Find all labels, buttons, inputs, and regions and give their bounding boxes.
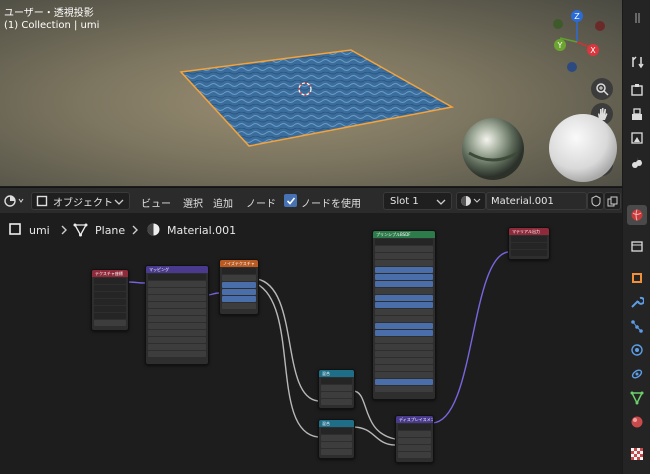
node-editor-header: オブジェクト ビュー 選択 追加 ノード ノードを使用 Slot 1 Mater… xyxy=(0,187,622,214)
modifier-wrench-icon[interactable] xyxy=(627,292,647,312)
chevron-down-icon xyxy=(114,199,124,205)
view-layer-icon[interactable] xyxy=(627,128,647,148)
menu-add[interactable]: 追加 xyxy=(213,195,233,210)
collection-properties-icon[interactable] xyxy=(627,236,647,256)
material-preview-sphere xyxy=(549,114,617,182)
chevron-down-icon xyxy=(436,199,446,205)
navigation-gizmo[interactable]: Z Y X xyxy=(540,6,610,76)
node-mapping[interactable]: マッピング xyxy=(145,265,209,365)
world-properties-icon[interactable] xyxy=(627,205,647,225)
tool-settings-icon[interactable] xyxy=(627,52,647,72)
node-noise-title: ノイズテクスチャ xyxy=(220,260,258,267)
node-bsdf-title: プリンシプルBSDF xyxy=(373,231,435,238)
object-data-icon[interactable] xyxy=(627,388,647,408)
menu-node[interactable]: ノード xyxy=(246,195,276,210)
editor-type-selector[interactable] xyxy=(3,193,27,209)
use-nodes-label[interactable]: ノードを使用 xyxy=(301,195,361,210)
object-properties-icon[interactable] xyxy=(627,268,647,288)
particles-icon[interactable] xyxy=(627,316,647,336)
object-mode-label: オブジェクト xyxy=(53,197,113,209)
breadcrumb-object: umi xyxy=(29,224,50,237)
node-mapping-title: マッピング xyxy=(146,266,208,273)
breadcrumb-mesh: Plane xyxy=(95,224,126,237)
editor-type-icon xyxy=(4,195,24,207)
node-canvas[interactable]: テクスチャ座標 マッピング ノイズテクスチャ プリンシプルBSDF マテリアル出… xyxy=(0,227,622,474)
node-displacement[interactable]: ディスプレイスメント xyxy=(395,415,434,463)
object-icon xyxy=(9,223,21,235)
material-icon xyxy=(147,223,160,236)
physics-icon[interactable] xyxy=(627,340,647,360)
scene-properties-icon[interactable] xyxy=(627,152,647,172)
node-mix-2[interactable]: 混合 xyxy=(318,419,355,459)
material-sphere-icon xyxy=(461,196,481,206)
node-noise-texture[interactable]: ノイズテクスチャ xyxy=(219,259,259,315)
constraints-icon[interactable] xyxy=(627,364,647,384)
use-nodes-checkbox[interactable] xyxy=(284,194,297,207)
texture-properties-icon[interactable] xyxy=(627,444,647,464)
mesh-data-icon xyxy=(73,223,88,237)
output-properties-icon[interactable] xyxy=(627,104,647,124)
slot-dropdown[interactable]: Slot 1 xyxy=(383,192,452,210)
breadcrumb-material: Material.001 xyxy=(167,224,237,237)
shield-icon xyxy=(591,195,600,207)
menu-lines-icon[interactable] xyxy=(627,8,647,28)
object-mode-icon xyxy=(36,195,48,207)
3d-viewport[interactable]: ユーザー・透視投影 (1) Collection | umi Z Y X xyxy=(0,0,622,186)
gizmo-y-label: Y xyxy=(557,41,563,50)
zoom-icon[interactable] xyxy=(591,78,613,100)
fake-user-button[interactable] xyxy=(587,192,604,210)
object-mode-dropdown[interactable]: オブジェクト xyxy=(31,192,130,210)
copy-icon xyxy=(607,196,618,206)
node-texture-coordinate[interactable]: テクスチャ座標 xyxy=(91,269,129,331)
render-properties-icon[interactable] xyxy=(627,80,647,100)
material-browse-button[interactable] xyxy=(456,192,486,210)
node-mix1-title: 混合 xyxy=(319,370,354,377)
chevron-right-icon xyxy=(61,225,67,235)
node-mix2-title: 混合 xyxy=(319,420,354,427)
node-texcoord-title: テクスチャ座標 xyxy=(92,270,128,277)
gizmo-z-label: Z xyxy=(574,12,580,21)
gizmo-x-label: X xyxy=(590,46,596,55)
node-principled-bsdf[interactable]: プリンシプルBSDF xyxy=(372,230,436,400)
node-material-output[interactable]: マテリアル出力 xyxy=(508,227,550,260)
node-output-title: マテリアル出力 xyxy=(509,228,549,235)
material-name-field[interactable]: Material.001 xyxy=(486,192,587,210)
node-displacement-title: ディスプレイスメント xyxy=(396,416,433,423)
menu-select[interactable]: 選択 xyxy=(183,195,203,210)
duplicate-material-button[interactable] xyxy=(604,192,621,210)
properties-tab-bar xyxy=(622,0,650,474)
menu-view[interactable]: ビュー xyxy=(141,195,171,210)
chevron-right-icon xyxy=(132,225,138,235)
hdri-preview-sphere xyxy=(462,118,524,180)
material-properties-icon[interactable] xyxy=(627,412,647,432)
slot-label: Slot 1 xyxy=(390,195,419,207)
material-name-value: Material.001 xyxy=(491,195,554,207)
node-mix-1[interactable]: 混合 xyxy=(318,369,355,409)
checkmark-icon xyxy=(286,196,295,205)
